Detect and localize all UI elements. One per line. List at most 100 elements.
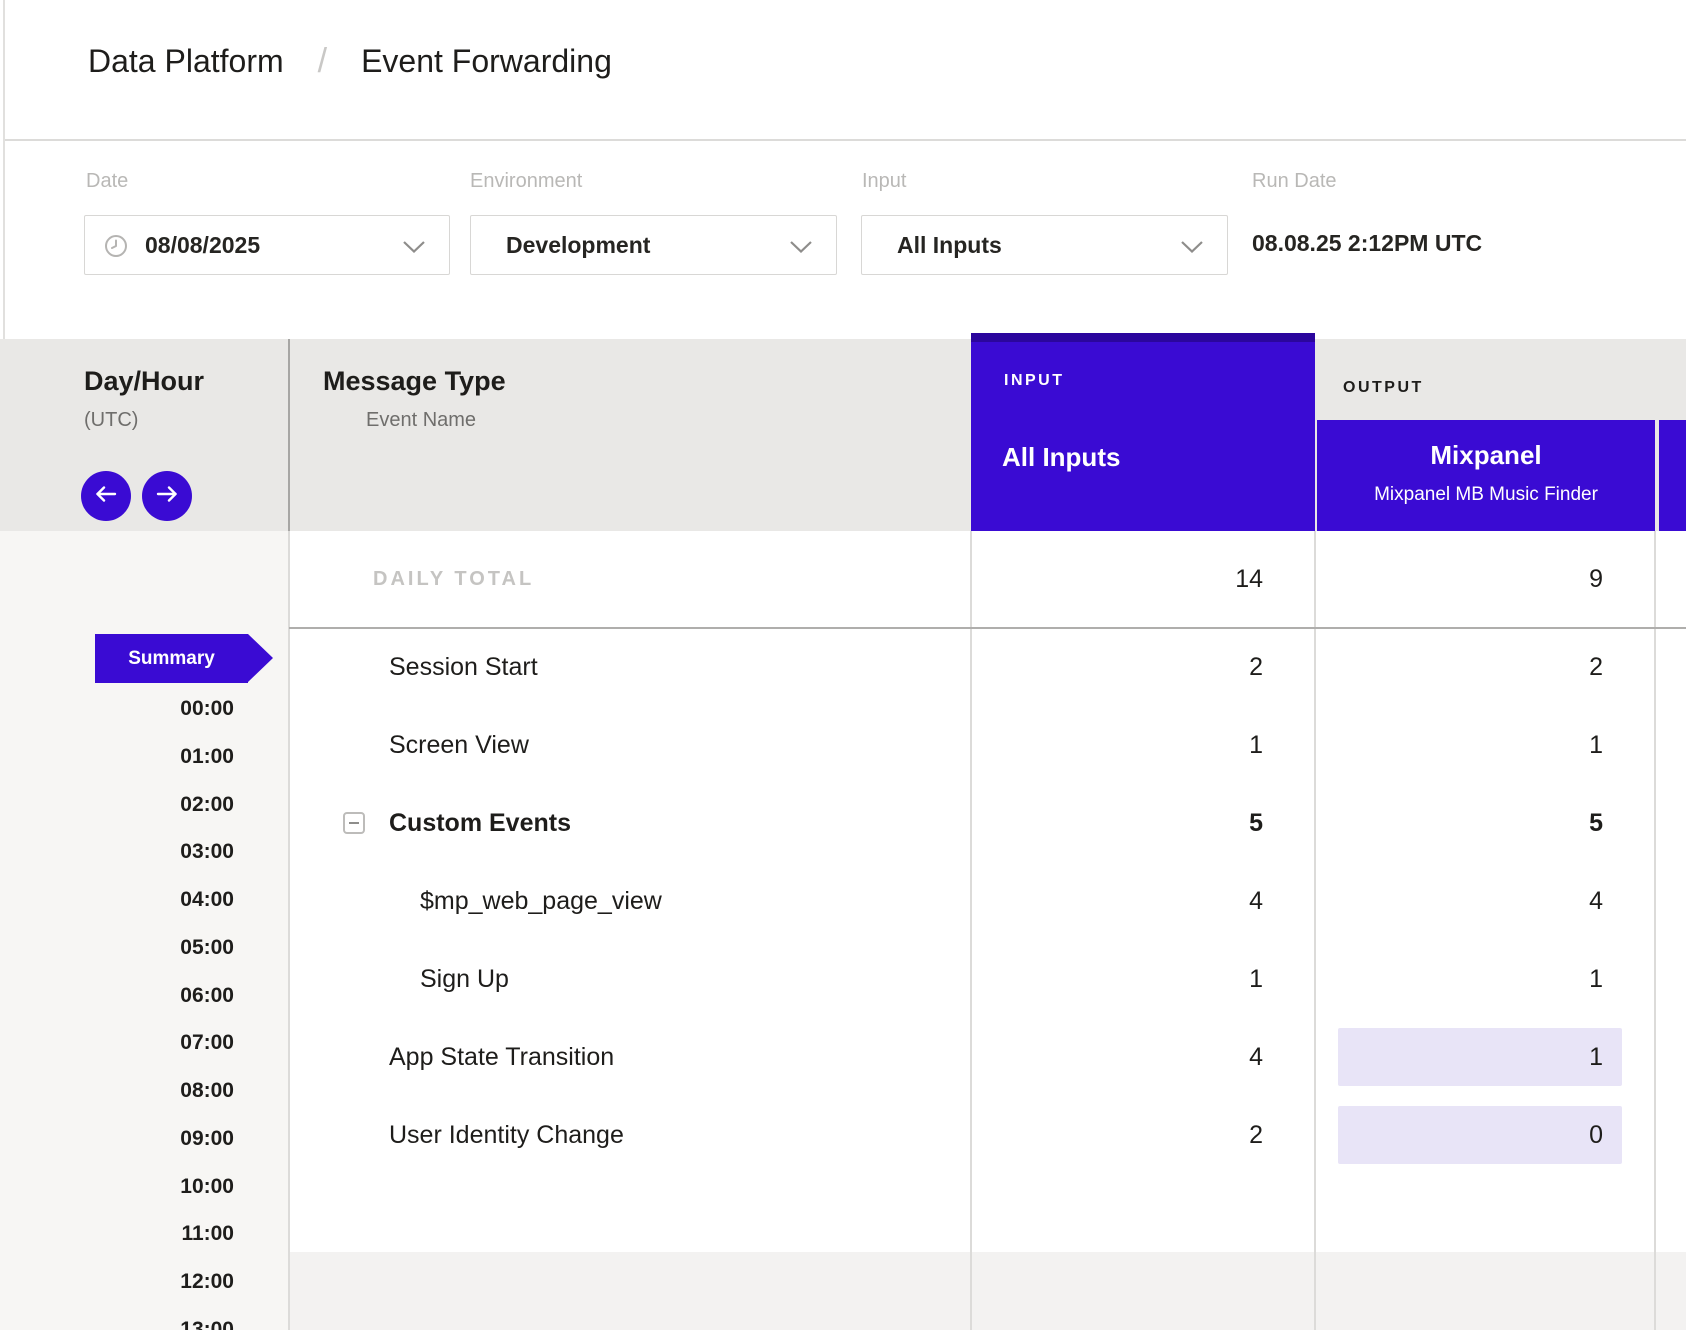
output-column-name: Mixpanel [1317, 440, 1655, 471]
day-hour-timezone: (UTC) [84, 409, 138, 432]
column-divider [970, 531, 972, 1330]
chevron-down-icon [403, 240, 425, 258]
environment-value: Development [506, 216, 650, 274]
row-label: Screen View [389, 731, 529, 760]
hour-label-0500[interactable]: 05:00 [64, 934, 234, 962]
output-value-cell: 4 [1315, 862, 1655, 940]
output-value-cell: 1 [1315, 1018, 1655, 1096]
row-label-cell: Screen View [289, 706, 971, 784]
date-value: 08/08/2025 [145, 216, 260, 274]
input-group-label: INPUT [1004, 372, 1065, 390]
hour-label-1300[interactable]: 13:00 [64, 1316, 234, 1330]
event-forwarding-screen: Data Platform / Event Forwarding Date En… [0, 0, 1686, 1330]
daily-total-input-cell: 14 [971, 531, 1315, 628]
output-column-header-mixpanel[interactable]: Mixpanel Mixpanel MB Music Finder [1317, 420, 1655, 531]
summary-flag[interactable]: Summary [95, 634, 248, 683]
output-column-header-partial[interactable] [1659, 420, 1686, 531]
hour-label-0200[interactable]: 02:00 [64, 791, 234, 819]
hour-label-0800[interactable]: 08:00 [64, 1077, 234, 1105]
breadcrumb-section[interactable]: Data Platform [88, 43, 284, 80]
output-value-cell: 0 [1315, 1096, 1655, 1174]
prev-day-button[interactable] [81, 471, 131, 521]
input-value-cell: 2 [971, 628, 1315, 706]
row-label: App State Transition [389, 1043, 614, 1072]
input-value-cell: 4 [971, 862, 1315, 940]
row-label: Sign Up [420, 965, 509, 994]
output-value-cell: 1 [1315, 940, 1655, 1018]
row-label: Session Start [389, 653, 538, 682]
highlight-box [1338, 1106, 1622, 1164]
hour-label-1200[interactable]: 12:00 [64, 1268, 234, 1296]
date-filter-label: Date [86, 170, 128, 193]
row-label-cell: Custom Events [289, 784, 971, 862]
row-label: User Identity Change [389, 1121, 624, 1150]
input-value-cell: 1 [971, 706, 1315, 784]
table-row: $mp_web_page_view 44 [289, 862, 1686, 940]
chevron-down-icon [1181, 240, 1203, 258]
row-label-cell: Session Start [289, 628, 971, 706]
table-row: Screen View 11 [289, 706, 1686, 784]
empty-cell [1655, 862, 1686, 940]
collapse-toggle[interactable] [343, 812, 365, 834]
hour-label-0400[interactable]: 04:00 [64, 886, 234, 914]
output-value-cell: 5 [1315, 784, 1655, 862]
hour-label-0600[interactable]: 06:00 [64, 982, 234, 1010]
hour-label-0100[interactable]: 01:00 [64, 743, 234, 771]
hour-label-1000[interactable]: 10:00 [64, 1173, 234, 1201]
daily-total-empty-cell [1655, 531, 1686, 628]
row-label: Custom Events [389, 809, 571, 838]
input-dropdown[interactable]: All Inputs [861, 215, 1228, 275]
input-column-name: All Inputs [1002, 442, 1120, 473]
column-divider [288, 531, 290, 1330]
output-group-label: OUTPUT [1343, 379, 1424, 397]
input-filter-label: Input [862, 170, 906, 193]
row-label-cell: App State Transition [289, 1018, 971, 1096]
input-column-header[interactable]: INPUT All Inputs [971, 333, 1315, 531]
event-rows: Session Start22Screen View11Custom Event… [289, 628, 1686, 1174]
event-name-subtitle: Event Name [366, 409, 476, 432]
column-divider [1314, 531, 1316, 1330]
empty-cell [1655, 784, 1686, 862]
breadcrumb: Data Platform / Event Forwarding [88, 42, 612, 81]
table-row: Custom Events55 [289, 784, 1686, 862]
daily-total-output-cell: 9 [1315, 531, 1655, 628]
empty-cell [1655, 1018, 1686, 1096]
header-divider [5, 139, 1686, 141]
empty-cell [1655, 628, 1686, 706]
hour-label-0900[interactable]: 09:00 [64, 1125, 234, 1153]
table-row: App State Transition 41 [289, 1018, 1686, 1096]
table-row: User Identity Change 20 [289, 1096, 1686, 1174]
empty-cell [1655, 706, 1686, 784]
header-column-divider [288, 339, 290, 531]
output-value-cell: 2 [1315, 628, 1655, 706]
next-day-button[interactable] [142, 471, 192, 521]
arrow-right-icon [155, 486, 179, 507]
input-value-cell: 2 [971, 1096, 1315, 1174]
table-footer-area [289, 1252, 1686, 1330]
hour-label-1100[interactable]: 11:00 [64, 1220, 234, 1248]
input-value-cell: 4 [971, 1018, 1315, 1096]
row-label-cell: $mp_web_page_view [289, 862, 971, 940]
hours-sidebar: Summary 00:00 01:00 02:00 03:00 04:00 05:00 06… [0, 531, 288, 1330]
empty-cell [1655, 1096, 1686, 1174]
chevron-down-icon [790, 240, 812, 258]
run-date-value: 08.08.25 2:12PM UTC [1252, 230, 1482, 257]
daily-total-label: DAILY TOTAL [289, 531, 971, 628]
hour-label-0300[interactable]: 03:00 [64, 838, 234, 866]
breadcrumb-separator: / [318, 42, 327, 81]
output-value-cell: 1 [1315, 706, 1655, 784]
highlight-box [1338, 1028, 1622, 1086]
hour-label-0700[interactable]: 07:00 [64, 1029, 234, 1057]
output-column-subtitle: Mixpanel MB Music Finder [1317, 484, 1655, 506]
environment-dropdown[interactable]: Development [470, 215, 837, 275]
row-label-cell: User Identity Change [289, 1096, 971, 1174]
minus-icon [349, 822, 359, 824]
row-label: $mp_web_page_view [420, 887, 662, 916]
environment-filter-label: Environment [470, 170, 582, 193]
table-row: Session Start 22 [289, 628, 1686, 706]
run-date-label: Run Date [1252, 170, 1337, 193]
hour-label-0000[interactable]: 00:00 [64, 695, 234, 723]
date-dropdown[interactable]: 08/08/2025 [84, 215, 450, 275]
day-hour-title: Day/Hour [84, 366, 204, 397]
input-value-cell: 1 [971, 940, 1315, 1018]
